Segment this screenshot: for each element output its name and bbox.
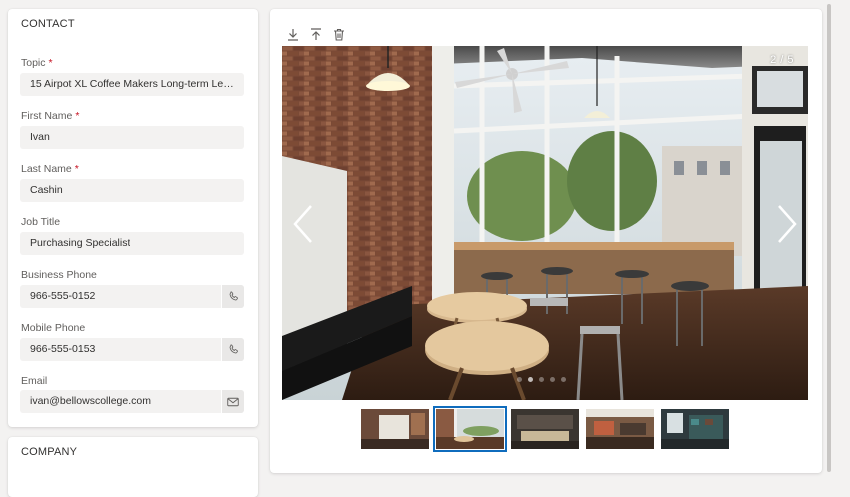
upload-icon [311, 27, 321, 40]
business-phone-value: 966-555-0152 [30, 290, 96, 302]
thumbnail-image [436, 409, 504, 449]
job-title-value: Purchasing Specialist [30, 237, 131, 249]
pagination-dot-active[interactable] [528, 377, 533, 382]
email-label: Email [21, 375, 48, 387]
contact-section-title: CONTACT [21, 18, 75, 30]
thumbnail-image [586, 409, 654, 449]
email-field[interactable]: ivan@bellowscollege.com [20, 390, 244, 413]
download-icon [288, 28, 298, 41]
main-photo: 2 / 5 [282, 46, 808, 400]
first-name-label: First Name * [21, 110, 80, 122]
send-email-button[interactable] [221, 390, 244, 413]
topic-field[interactable]: 15 Airpot XL Coffee Makers Long-term Lea… [20, 73, 244, 96]
company-section: COMPANY [8, 437, 258, 497]
call-business-phone-button[interactable] [221, 285, 244, 308]
business-phone-label: Business Phone [21, 269, 97, 281]
business-phone-field[interactable]: 966-555-0152 [20, 285, 244, 308]
phone-icon [229, 344, 238, 354]
chevron-right-icon [778, 205, 797, 243]
chevron-left-icon [293, 205, 312, 243]
delete-icon [334, 28, 344, 41]
phone-icon [229, 291, 238, 301]
next-image-button[interactable] [772, 202, 802, 246]
email-value: ivan@bellowscollege.com [30, 395, 151, 407]
image-viewer: 2 / 5 [270, 9, 822, 473]
last-name-label: Last Name * [21, 163, 79, 175]
company-section-title: COMPANY [21, 446, 78, 458]
thumbnail-1[interactable] [361, 409, 429, 449]
pagination-dots [517, 377, 566, 382]
page-scrollbar[interactable] [827, 4, 831, 472]
first-name-value: Ivan [30, 131, 50, 143]
thumbnail-2[interactable] [433, 406, 507, 452]
pagination-dot[interactable] [561, 377, 566, 382]
last-name-value: Cashin [30, 184, 63, 196]
mobile-phone-label: Mobile Phone [21, 322, 86, 334]
image-counter: 2 / 5 [770, 54, 794, 66]
job-title-label: Job Title [21, 216, 61, 228]
topic-label: Topic * [21, 57, 53, 69]
contact-section: CONTACT Topic * 15 Airpot XL Coffee Maker… [8, 9, 258, 427]
topic-value: 15 Airpot XL Coffee Makers Long-term Lea… [30, 78, 236, 90]
upload-button[interactable] [309, 27, 323, 41]
thumbnail-5[interactable] [661, 409, 729, 449]
pagination-dot[interactable] [550, 377, 555, 382]
call-mobile-phone-button[interactable] [221, 338, 244, 361]
required-marker: * [74, 163, 79, 175]
mobile-phone-field[interactable]: 966-555-0153 [20, 338, 244, 361]
mail-icon [227, 397, 239, 406]
required-marker: * [48, 57, 53, 69]
cafe-interior-photo [282, 46, 808, 400]
delete-button[interactable] [332, 27, 346, 41]
required-marker: * [75, 110, 80, 122]
thumbnail-image [661, 409, 729, 449]
download-button[interactable] [286, 27, 300, 41]
pagination-dot[interactable] [539, 377, 544, 382]
first-name-field[interactable]: Ivan [20, 126, 244, 149]
thumbnail-image [361, 409, 429, 449]
thumbnail-image [511, 409, 579, 449]
pagination-dot[interactable] [517, 377, 522, 382]
job-title-field[interactable]: Purchasing Specialist [20, 232, 244, 255]
mobile-phone-value: 966-555-0153 [30, 343, 96, 355]
thumbnail-3[interactable] [511, 409, 579, 449]
previous-image-button[interactable] [288, 202, 318, 246]
last-name-field[interactable]: Cashin [20, 179, 244, 202]
thumbnail-4[interactable] [586, 409, 654, 449]
